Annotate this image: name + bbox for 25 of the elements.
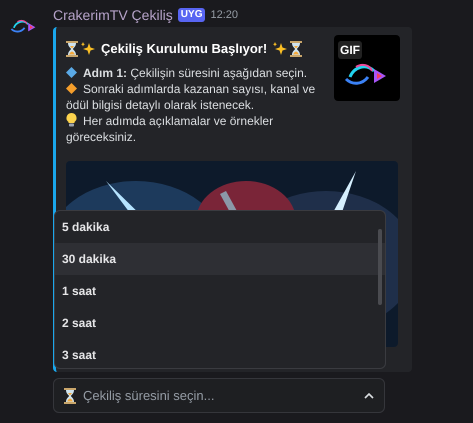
- diamond-icon: [66, 66, 77, 78]
- embed-text: Sonraki adımlarda kazanan sayısı, kanal ve ödül bilgisi detaylı olarak istenecek.: [66, 80, 316, 112]
- gif-label: GIF: [338, 41, 362, 59]
- embed-title: Çekiliş Kurulumu Başlıyor!: [101, 40, 268, 58]
- dropdown-option[interactable]: 1 saat: [55, 275, 385, 307]
- dropdown-option[interactable]: 2 saat: [55, 307, 385, 339]
- diamond-icon: [66, 82, 77, 94]
- timestamp: 12:20: [210, 8, 238, 23]
- dropdown-option[interactable]: 30 dakika: [55, 243, 385, 275]
- hourglass-icon: [66, 40, 78, 57]
- sparkle-icon: [272, 40, 288, 57]
- hourglass-icon: [64, 388, 76, 404]
- lightbulb-icon: [66, 112, 77, 126]
- author-name[interactable]: CrakerimTV Çekiliş: [53, 4, 173, 26]
- sparkle-icon: [80, 40, 96, 57]
- duration-select[interactable]: Çekiliş süresini seçin...: [53, 378, 385, 413]
- embed-text: Adım 1: Çekilişin süresini aşağıdan seçin.: [66, 64, 326, 80]
- thumbnail[interactable]: GIF: [334, 35, 400, 101]
- chevron-icon: [364, 392, 374, 398]
- dropdown-option[interactable]: 5 dakika: [55, 211, 385, 243]
- app-tag: UYG: [178, 8, 206, 22]
- embed-text: Her adımda açıklamalar ve örnekler göreceksiniz.: [66, 112, 274, 144]
- scrollbar[interactable]: [378, 229, 382, 305]
- hourglass-icon: [290, 40, 302, 57]
- dropdown-option[interactable]: 3 saat: [55, 339, 385, 368]
